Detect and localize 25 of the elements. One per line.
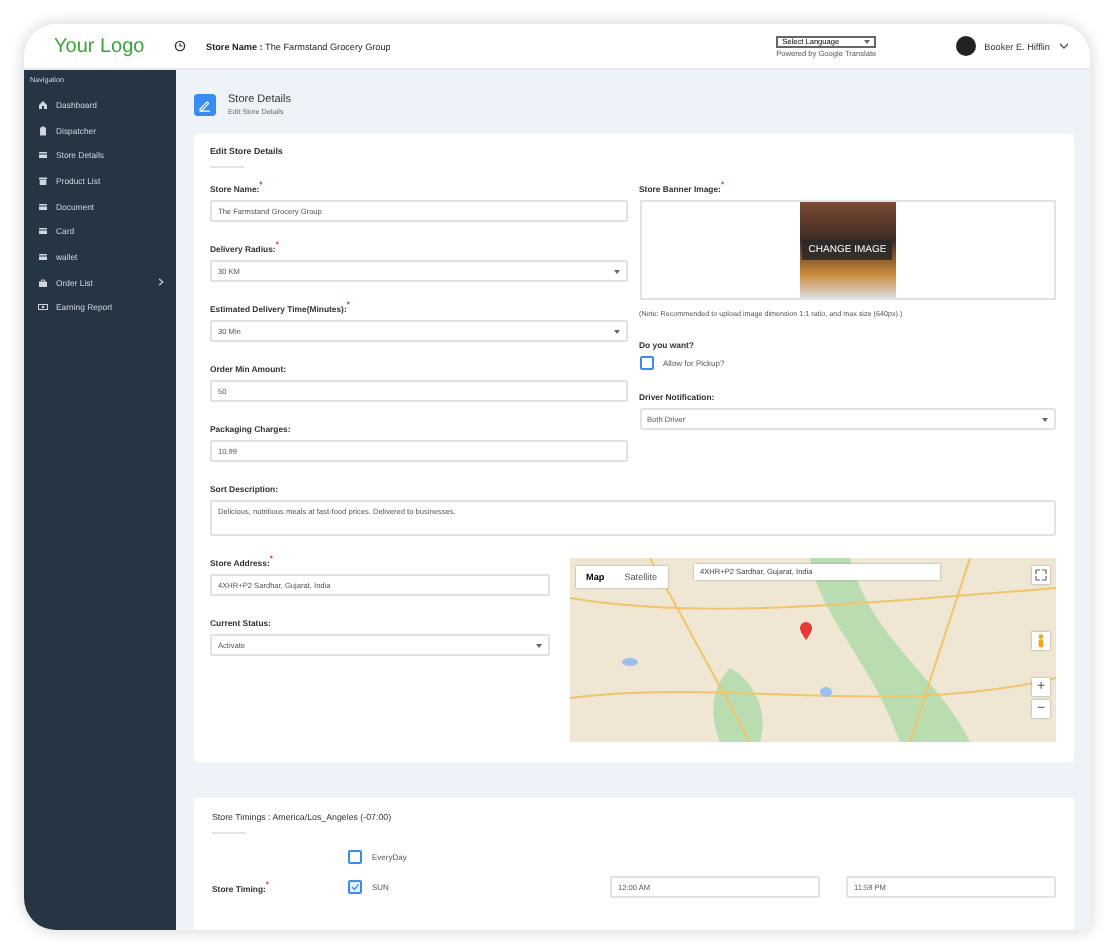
box-icon [38,175,48,186]
caret-icon [1058,42,1070,50]
checkbox[interactable] [348,880,362,894]
checkbox[interactable] [639,356,653,370]
fullscreen-icon[interactable] [1032,566,1050,584]
dropdown-arrow-icon [536,643,542,647]
dropdown-arrow-icon [1042,417,1048,421]
checkbox[interactable] [348,850,362,864]
edit-icon [194,93,216,115]
person-icon[interactable] [1032,632,1050,650]
dropdown-arrow-icon [864,39,871,43]
card-icon [38,201,48,212]
clipboard-icon [38,125,48,136]
money-icon [38,302,48,313]
bag-icon [38,277,48,288]
card-icon [38,251,48,262]
dropdown-arrow-icon [613,269,619,273]
avatar[interactable] [956,36,977,56]
chevron-icon [158,278,164,287]
map-pin-icon [800,622,812,640]
home-icon [38,99,48,110]
card-icon [38,150,48,161]
card-icon [38,226,48,237]
dropdown-arrow-icon [613,329,619,333]
clock-icon[interactable] [174,40,186,52]
